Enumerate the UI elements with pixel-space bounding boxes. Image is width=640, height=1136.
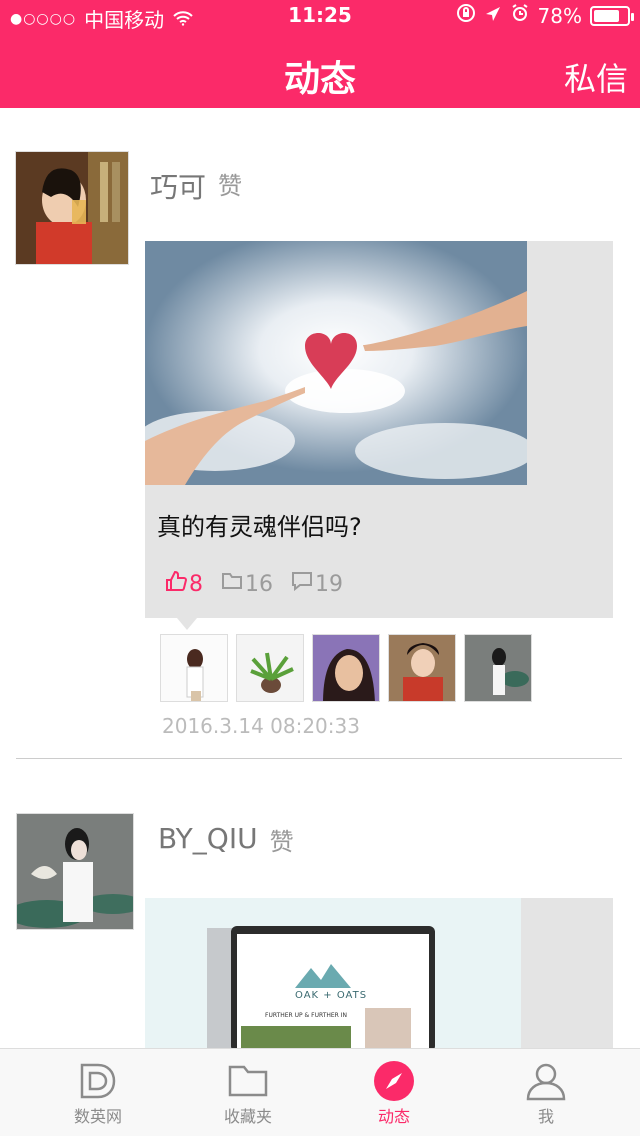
- messages-button[interactable]: 私信: [564, 54, 628, 100]
- like-count: 8: [189, 571, 203, 597]
- save-stat[interactable]: 16: [221, 570, 273, 598]
- tab-bar: 数英网 收藏夹 动态 我: [0, 1048, 640, 1136]
- battery-percent: 78%: [537, 3, 582, 28]
- liker-avatar[interactable]: [388, 634, 456, 702]
- alarm-icon: [510, 3, 530, 28]
- preview-logo-text: OAK + OATS: [295, 990, 368, 1001]
- tab-shuying[interactable]: 数英网: [38, 1059, 158, 1127]
- post-divider: [16, 758, 622, 759]
- liker-avatar[interactable]: [312, 634, 380, 702]
- liker-avatars: [160, 634, 532, 702]
- feed-post: 巧可 赞 真的有灵魂伴侣吗? 8 16 19 2016.3.14 08:20:3…: [0, 108, 640, 758]
- user-icon: [524, 1059, 568, 1103]
- post-author-line: 巧可 赞: [150, 166, 242, 206]
- tab-activity[interactable]: 动态: [334, 1059, 454, 1127]
- tab-label: 数英网: [73, 1107, 122, 1126]
- folder-icon: [226, 1059, 270, 1103]
- card-pointer: [177, 618, 197, 630]
- like-stat[interactable]: 8: [165, 570, 203, 598]
- action-label: 赞: [269, 828, 294, 856]
- post-date: 2016.3.14 08:20:33: [162, 714, 360, 738]
- post-card[interactable]: 真的有灵魂伴侣吗? 8 16 19: [145, 241, 613, 618]
- tab-label: 动态: [377, 1107, 410, 1126]
- post-title[interactable]: 真的有灵魂伴侣吗?: [157, 507, 601, 542]
- liker-avatar[interactable]: [160, 634, 228, 702]
- status-right: 78%: [456, 3, 634, 28]
- avatar[interactable]: [15, 151, 129, 265]
- liker-avatar[interactable]: [236, 634, 304, 702]
- liker-avatar[interactable]: [464, 634, 532, 702]
- status-bar: ●○○○○ 中国移动 11:25 78%: [0, 0, 640, 32]
- d-logo-icon: [76, 1059, 120, 1103]
- post-author-line: BY_QIU 赞: [158, 822, 294, 857]
- post-card[interactable]: OAK + OATS FURTHER UP & FURTHER IN: [145, 898, 613, 1048]
- lock-rotation-icon: [456, 3, 476, 28]
- post-image[interactable]: [145, 241, 527, 485]
- comment-count: 19: [315, 571, 343, 597]
- save-count: 16: [245, 571, 273, 597]
- comment-icon: [291, 571, 313, 597]
- thumbs-up-icon: [165, 570, 188, 598]
- compass-icon: [372, 1059, 416, 1103]
- author-name[interactable]: 巧可: [150, 166, 206, 206]
- tab-me[interactable]: 我: [486, 1059, 606, 1127]
- tab-label: 收藏夹: [223, 1107, 272, 1126]
- folder-icon: [221, 571, 243, 597]
- avatar[interactable]: [16, 813, 134, 930]
- action-label: 赞: [218, 172, 243, 200]
- tab-label: 我: [537, 1107, 554, 1126]
- location-icon: [484, 4, 502, 28]
- post-image[interactable]: OAK + OATS FURTHER UP & FURTHER IN: [145, 898, 521, 1048]
- author-name[interactable]: BY_QIU: [158, 822, 258, 857]
- preview-tagline: FURTHER UP & FURTHER IN: [265, 1012, 347, 1019]
- feed-post: BY_QIU 赞 OAK + OATS FURTHER UP & FURTHER…: [0, 798, 640, 1048]
- post-stats: 8 16 19: [165, 570, 613, 598]
- battery-fill: [594, 9, 619, 22]
- battery-icon: [590, 5, 634, 26]
- top-bar: ●○○○○ 中国移动 11:25 78% 动态 私信: [0, 0, 640, 108]
- tab-favorites[interactable]: 收藏夹: [188, 1059, 308, 1127]
- comment-stat[interactable]: 19: [291, 570, 343, 598]
- activity-feed[interactable]: 巧可 赞 真的有灵魂伴侣吗? 8 16 19 2016.3.14 08:20:3…: [0, 108, 640, 1048]
- page-title: 动态: [283, 59, 356, 100]
